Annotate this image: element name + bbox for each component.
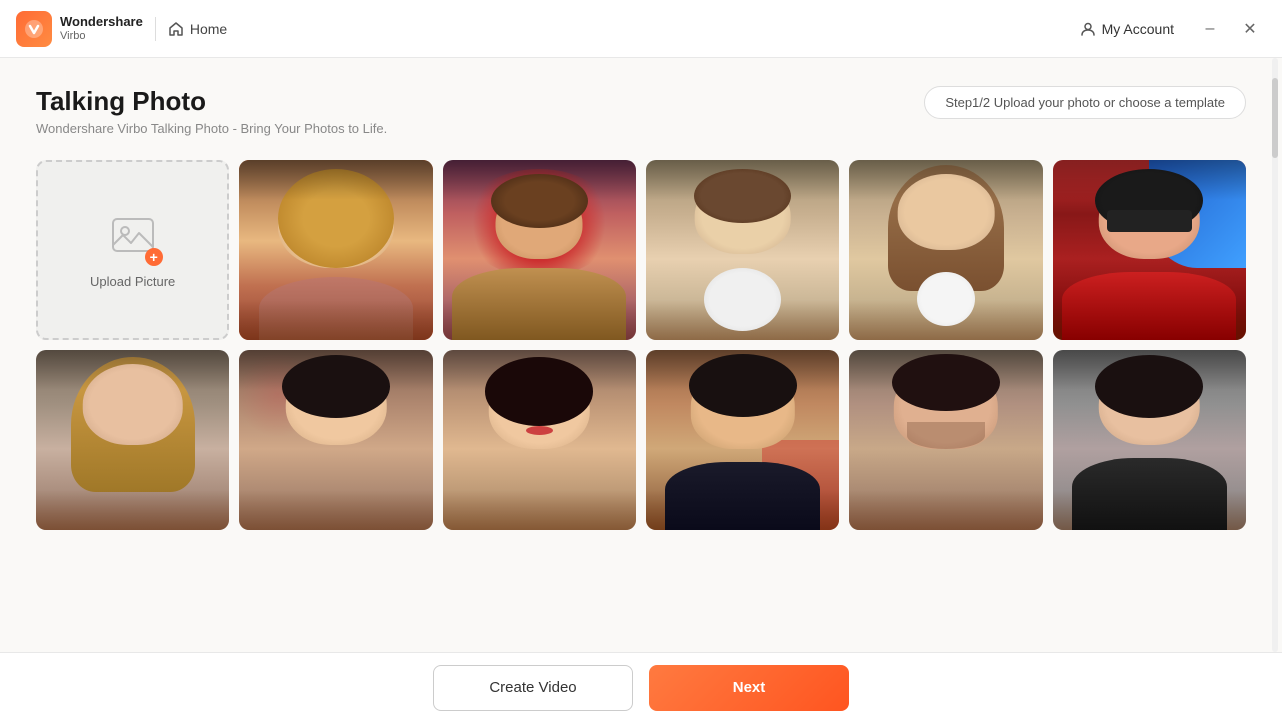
overlay-top-1	[239, 160, 432, 200]
portrait-8	[443, 350, 636, 530]
page-title-section: Talking Photo Wondershare Virbo Talking …	[36, 86, 387, 136]
portrait-5	[1053, 160, 1246, 340]
upload-plus-icon: +	[145, 248, 163, 266]
portrait-1	[239, 160, 432, 340]
logo: Wondershare Virbo	[16, 11, 143, 47]
logo-brand: Wondershare	[60, 15, 143, 29]
bottom-bar: Create Video Next	[0, 652, 1282, 722]
overlay-bottom-1	[239, 300, 432, 340]
portrait-6	[36, 350, 229, 530]
photo-card-3[interactable]	[646, 160, 839, 340]
my-account-label: My Account	[1102, 21, 1174, 37]
step-badge: Step1/2 Upload your photo or choose a te…	[924, 86, 1246, 119]
logo-product: Virbo	[60, 30, 143, 42]
photo-card-4[interactable]	[849, 160, 1042, 340]
scroll-thumb	[1272, 78, 1278, 158]
portrait-11	[1053, 350, 1246, 530]
title-bar-right: My Account – ✕	[1068, 13, 1266, 45]
scroll-indicator	[1272, 58, 1278, 652]
minimize-button[interactable]: –	[1194, 13, 1226, 45]
overlay-bottom-7	[239, 490, 432, 530]
upload-label: Upload Picture	[90, 274, 175, 289]
photo-card-8[interactable]	[443, 350, 636, 530]
portrait-7	[239, 350, 432, 530]
main-content: Talking Photo Wondershare Virbo Talking …	[0, 58, 1282, 652]
next-button[interactable]: Next	[649, 665, 849, 711]
overlay-bottom-6	[36, 490, 229, 530]
create-video-button[interactable]: Create Video	[433, 665, 633, 711]
divider	[155, 17, 156, 41]
home-nav[interactable]: Home	[168, 21, 227, 37]
page-subtitle: Wondershare Virbo Talking Photo - Bring …	[36, 121, 387, 136]
portrait-4	[849, 160, 1042, 340]
title-bar: Wondershare Virbo Home My Account – ✕	[0, 0, 1282, 58]
photo-card-2[interactable]	[443, 160, 636, 340]
logo-icon	[16, 11, 52, 47]
portrait-9	[646, 350, 839, 530]
photo-card-1[interactable]	[239, 160, 432, 340]
photo-card-10[interactable]	[849, 350, 1042, 530]
my-account-button[interactable]: My Account	[1068, 15, 1186, 43]
account-icon	[1080, 21, 1096, 37]
page-header: Talking Photo Wondershare Virbo Talking …	[36, 86, 1246, 136]
portrait-3	[646, 160, 839, 340]
portrait-2	[443, 160, 636, 340]
upload-icon-wrap: +	[109, 211, 157, 264]
portrait-10	[849, 350, 1042, 530]
page-title: Talking Photo	[36, 86, 387, 117]
title-bar-left: Wondershare Virbo Home	[16, 11, 227, 47]
upload-card[interactable]: + Upload Picture	[36, 160, 229, 340]
close-button[interactable]: ✕	[1234, 13, 1266, 45]
photo-card-5[interactable]	[1053, 160, 1246, 340]
home-label: Home	[190, 21, 227, 37]
photo-card-9[interactable]	[646, 350, 839, 530]
photo-card-11[interactable]	[1053, 350, 1246, 530]
photo-grid: + Upload Picture	[36, 160, 1246, 530]
overlay-bottom-8	[443, 490, 636, 530]
overlay-bottom-10	[849, 490, 1042, 530]
home-icon	[168, 21, 184, 37]
photo-card-6[interactable]	[36, 350, 229, 530]
photo-card-7[interactable]	[239, 350, 432, 530]
logo-text: Wondershare Virbo	[60, 15, 143, 41]
